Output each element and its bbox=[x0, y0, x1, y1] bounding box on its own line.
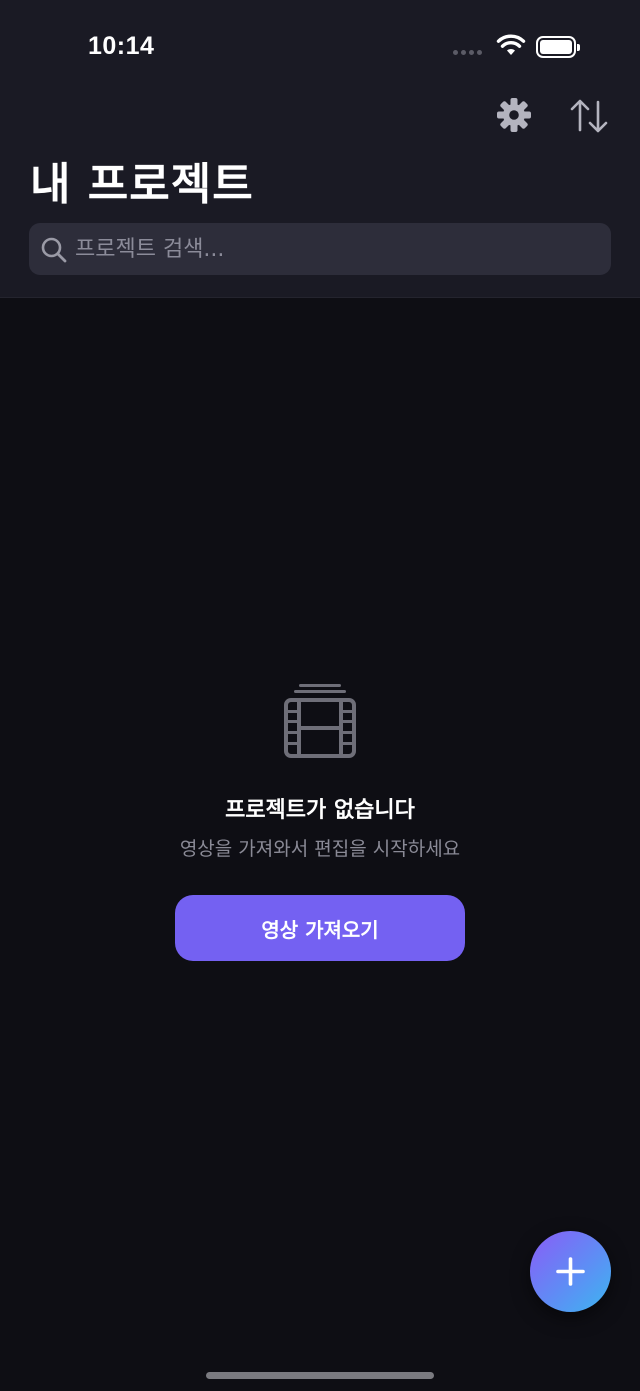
status-bar: 10:14 bbox=[0, 0, 640, 92]
page-title: 내 프로젝트 bbox=[30, 159, 254, 210]
projects-screen: 10:14 내 프로젝트 프로젝트 검색... 프로젝트가 없습니다 영상을 가… bbox=[0, 0, 640, 1391]
empty-state-subtitle: 영상을 가져와서 편집을 시작하세요 bbox=[179, 838, 461, 860]
search-input[interactable] bbox=[75, 223, 595, 275]
film-strip-icon bbox=[284, 684, 356, 758]
search-bar bbox=[29, 223, 611, 275]
battery-icon bbox=[536, 36, 580, 58]
gear-icon bbox=[497, 98, 531, 132]
home-indicator[interactable] bbox=[206, 1372, 434, 1379]
plus-icon bbox=[556, 1257, 585, 1286]
import-video-button[interactable]: 영상 가져오기 bbox=[175, 895, 465, 961]
empty-state-title: 프로젝트가 없습니다 bbox=[225, 798, 415, 823]
add-project-button[interactable] bbox=[530, 1231, 611, 1312]
sort-arrows-icon bbox=[570, 99, 608, 133]
status-time: 10:14 bbox=[88, 32, 155, 60]
sort-button[interactable] bbox=[568, 96, 610, 136]
header: 10:14 내 프로젝트 프로젝트 검색... bbox=[0, 0, 640, 298]
settings-button[interactable] bbox=[494, 95, 534, 135]
search-icon bbox=[41, 237, 67, 263]
wifi-icon bbox=[496, 34, 526, 55]
cellular-signal-icon bbox=[453, 50, 482, 55]
